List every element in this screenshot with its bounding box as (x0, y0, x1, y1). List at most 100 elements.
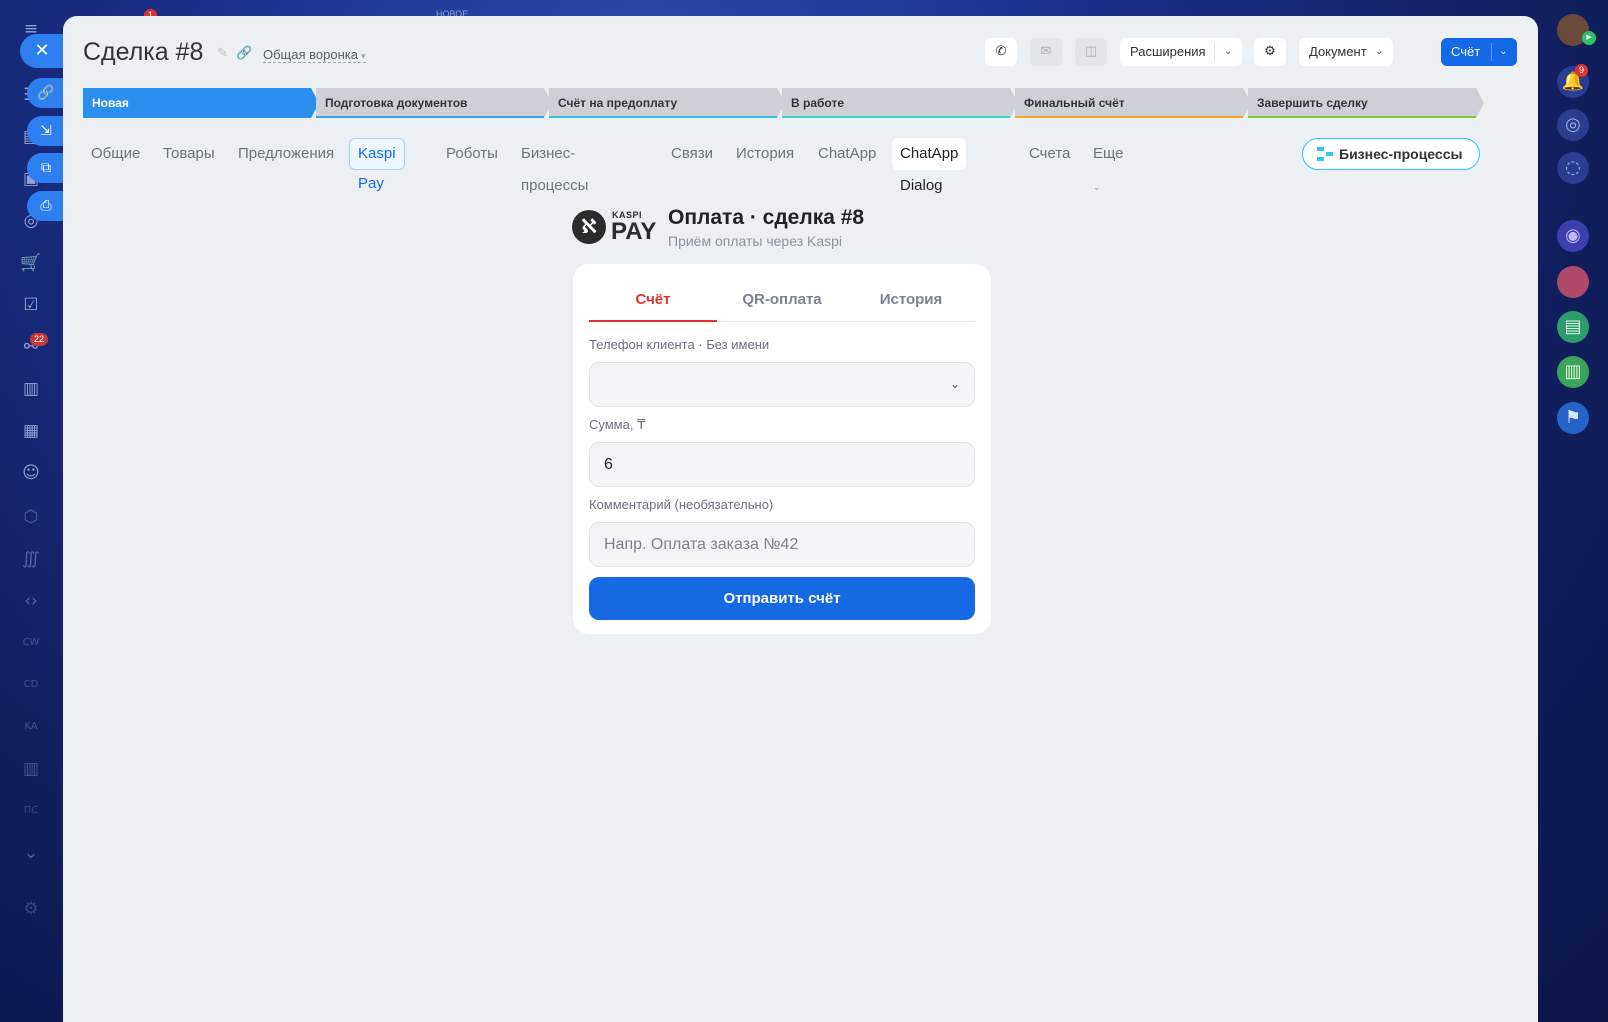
tab-products[interactable]: Товары (155, 138, 223, 170)
tab-links[interactable]: Связи (663, 138, 721, 170)
ic-icon[interactable]: ПС (20, 800, 42, 822)
contact-avatar[interactable] (1557, 266, 1589, 298)
checkbox-icon[interactable]: ☑ (20, 294, 42, 316)
stage-label: В работе (791, 96, 844, 110)
extensions-button[interactable]: Расширения ⌄ (1120, 38, 1242, 66)
close-slider-button[interactable]: ✕ (20, 34, 64, 68)
tab-more[interactable]: Еще ⌄ (1085, 138, 1132, 193)
divider (1491, 43, 1492, 61)
stage-prepayment[interactable]: Счёт на предоплату (549, 88, 785, 118)
payment-title: Оплата · сделка #8 (668, 206, 865, 229)
contacts-icon[interactable]: ▦ (20, 420, 42, 442)
business-processes-button[interactable]: Бизнес-процессы (1302, 138, 1480, 170)
stage-in-progress[interactable]: В работе (782, 88, 1018, 118)
amount-input[interactable] (589, 442, 975, 487)
deal-panel: Сделка #8 ✎ 🔗 Общая воронка ▾ ✆ ✉ ◫ Расши… (63, 16, 1538, 1022)
stage-documents[interactable]: Подготовка документов (316, 88, 552, 118)
tab-more-label: Еще (1093, 145, 1124, 162)
document-button[interactable]: Документ ⌄ (1299, 38, 1393, 66)
robot-icon[interactable]: ☺ (20, 462, 42, 484)
play-status-icon: ▶ (1582, 31, 1596, 45)
tab-invoice[interactable]: Счёт (589, 280, 717, 322)
stage-label: Новая (92, 96, 129, 110)
tab-qr-payment[interactable]: QR-оплата (718, 280, 846, 322)
payment-subtitle: Приём оплаты через Kaspi (668, 233, 843, 249)
deal-title: Сделка #8 (83, 38, 204, 66)
funnel-label: Общая воронка (263, 47, 358, 62)
amount-label: Сумма, ₸ (589, 417, 646, 432)
tab-kaspi-pay[interactable]: Kaspi Pay (349, 138, 405, 192)
chevron-down-icon: ⌄ (1224, 46, 1233, 57)
phone-select[interactable]: ⌄ (589, 362, 975, 407)
copilot-icon[interactable]: ◉ (1557, 220, 1589, 252)
chevron-down-icon[interactable]: ⌄ (1499, 38, 1507, 66)
document-label: Документ (1309, 44, 1367, 59)
stage-final-invoice[interactable]: Финальный счёт (1015, 88, 1251, 118)
open-new-window-button[interactable]: ⧉ (27, 153, 65, 183)
chat-icon[interactable]: ◌ (1557, 152, 1589, 184)
comment-label: Комментарий (необязательно) (589, 497, 774, 512)
cart-icon[interactable]: 🛒 (20, 252, 42, 274)
stage-label: Завершить сделку (1257, 96, 1368, 110)
copy-link-button[interactable]: 🔗 (27, 78, 65, 108)
box-icon[interactable]: ⬡ (20, 506, 42, 528)
left-sidebar: ≡ 1 НОВОЕ ✕ ☷ 🔗 ▤ ⇲ ▣ ⧉ ◎ ⎙ 🛒 ☑ ⚯ 22 ▥ ▦… (0, 0, 468, 1022)
move-button[interactable]: ⇲ (27, 116, 65, 146)
title-actions: ✎ 🔗 (217, 46, 252, 61)
tab-invoices[interactable]: Счета (1021, 138, 1078, 170)
link-icon[interactable]: 🔗 (236, 46, 252, 61)
bookmark-icon[interactable]: ⚑ (1557, 402, 1589, 434)
tab-chatapp-dialog[interactable]: ChatApp Dialog (892, 138, 967, 194)
code-icon[interactable]: ‹› (20, 590, 42, 612)
ka-icon[interactable]: KA (20, 716, 42, 738)
chevron-down-icon[interactable]: ⌄ (20, 842, 42, 864)
edit-pencil-icon[interactable]: ✎ (217, 46, 228, 61)
left-mid-badge: 22 (30, 333, 49, 346)
stage-color-bar (549, 116, 777, 118)
tab-chatapp[interactable]: ChatApp (810, 138, 884, 170)
tab-payment-history[interactable]: История (847, 280, 975, 322)
tab-robots[interactable]: Роботы (438, 138, 506, 170)
invoice-label: Счёт (1451, 44, 1481, 59)
payment-card: Счёт QR-оплата История Телефон клиента ·… (573, 264, 991, 634)
chart-app-icon[interactable]: ▥ (1557, 356, 1589, 388)
message-button[interactable]: ◫ (1075, 38, 1107, 66)
call-button[interactable]: ✆ (985, 38, 1017, 66)
kaspi-pay-logo: ℵ KASPI PAY (572, 208, 656, 248)
invoice-button[interactable]: Счёт ⌄ (1441, 38, 1517, 66)
settings-gear-button[interactable]: ⚙ (1254, 38, 1286, 66)
library-icon[interactable]: ▥ (20, 758, 42, 780)
logo-big-text: PAY (611, 218, 657, 245)
stage-label: Подготовка документов (325, 96, 468, 110)
stage-complete[interactable]: Завершить сделку (1248, 88, 1484, 118)
marketing-icon[interactable]: ∭ (20, 548, 42, 570)
stage-color-bar (1248, 116, 1476, 118)
chevron-down-icon: ⌄ (1093, 183, 1101, 193)
business-process-icon (1317, 147, 1333, 161)
extensions-label: Расширения (1130, 44, 1206, 59)
cd-icon[interactable]: CD (20, 674, 42, 696)
print-button[interactable]: ⎙ (27, 191, 65, 221)
tab-history[interactable]: История (728, 138, 802, 170)
chevron-down-icon: ⌄ (949, 377, 960, 391)
chevron-down-icon: ⌄ (1375, 46, 1384, 57)
payment-tabs: Счёт QR-оплата История (589, 280, 975, 322)
cw-icon[interactable]: CW (20, 632, 42, 654)
right-sidebar: ▶ 🔔 9 ◎ ◌ ◉ ▤ ▥ ⚑ (1537, 0, 1608, 1022)
funnel-selector[interactable]: Общая воронка ▾ (263, 47, 366, 63)
tab-general[interactable]: Общие (83, 138, 148, 170)
comment-input[interactable] (589, 522, 975, 567)
send-invoice-button[interactable]: Отправить счёт (589, 577, 975, 620)
analytics-icon[interactable]: ▥ (20, 378, 42, 400)
tab-business-processes[interactable]: Бизнес-процессы (513, 138, 596, 194)
stage-color-bar (782, 116, 1010, 118)
tab-offers[interactable]: Предложения (230, 138, 342, 170)
notifications-badge: 9 (1575, 64, 1589, 77)
green-app-icon[interactable]: ▤ (1557, 311, 1589, 343)
settings-gear-icon[interactable]: ⚙ (20, 898, 42, 920)
stage-label: Счёт на предоплату (558, 96, 678, 110)
goal-icon[interactable]: ◎ (1557, 109, 1589, 141)
stage-label: Финальный счёт (1024, 96, 1125, 110)
email-button[interactable]: ✉ (1030, 38, 1062, 66)
stage-new[interactable]: Новая (83, 88, 319, 118)
